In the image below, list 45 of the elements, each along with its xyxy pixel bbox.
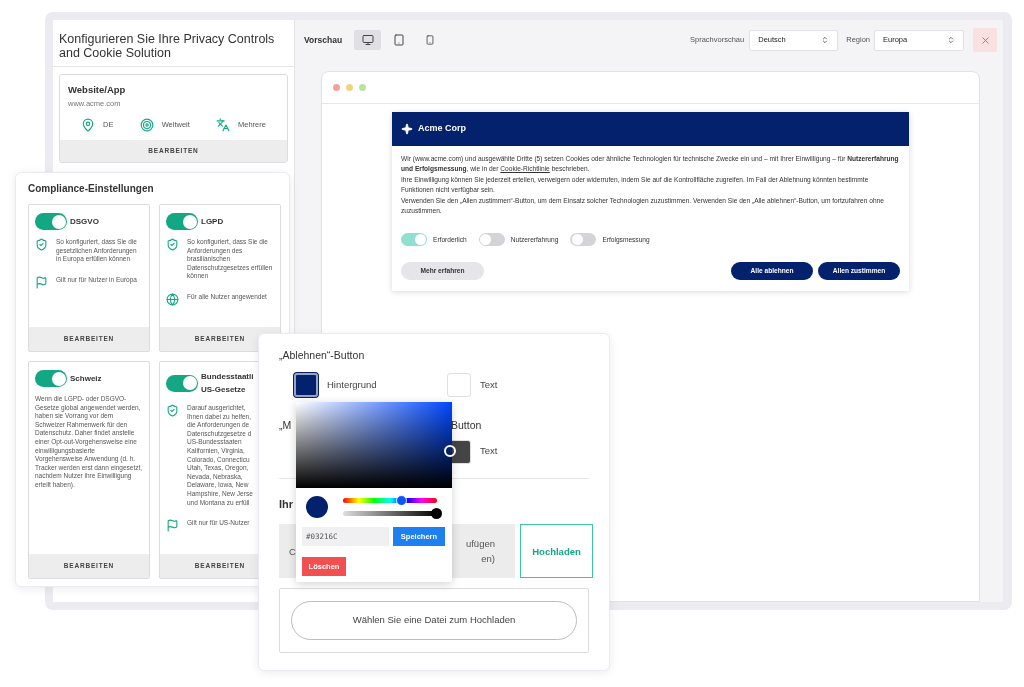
brand-name: Acme Corp bbox=[418, 122, 466, 136]
chevrons-icon bbox=[947, 36, 955, 44]
preview-label: Vorschau bbox=[304, 33, 343, 47]
desktop-icon bbox=[361, 34, 374, 46]
color-swatch[interactable] bbox=[294, 372, 318, 397]
card-title: DSGVO bbox=[70, 216, 99, 228]
card-title: LGPD bbox=[201, 216, 224, 228]
section-heading: Ihr bbox=[279, 496, 294, 512]
device-tab[interactable] bbox=[354, 30, 382, 50]
card-title: Website/App bbox=[68, 83, 127, 97]
section-heading: „Ablehnen“-Button bbox=[279, 348, 366, 363]
swatch-label: Text bbox=[480, 444, 498, 459]
shield-check-icon bbox=[166, 238, 179, 251]
close-icon bbox=[979, 34, 991, 46]
sparkle-icon bbox=[401, 123, 413, 135]
toggle-switch[interactable] bbox=[35, 370, 67, 387]
flag-icon bbox=[35, 275, 48, 289]
close-button[interactable] bbox=[973, 28, 997, 52]
toggle-switch[interactable] bbox=[35, 213, 67, 230]
shield-check-icon bbox=[35, 238, 48, 251]
tablet-icon bbox=[392, 34, 405, 46]
page-title: Konfigurieren Sie Ihre Privacy Controls and Cookie Solution bbox=[53, 20, 294, 67]
panel-title: Compliance-Einstellungen bbox=[28, 182, 155, 196]
section-heading: Button bbox=[451, 417, 483, 433]
languages-icon bbox=[215, 117, 230, 132]
toggle-switch[interactable] bbox=[166, 213, 198, 230]
shield-check-icon bbox=[166, 404, 179, 417]
map-pin-icon bbox=[81, 117, 96, 132]
target-icon bbox=[139, 117, 154, 132]
card-title: Bundesstaatli bbox=[201, 371, 254, 383]
swatch-label: Text bbox=[480, 377, 498, 392]
toggle-switch[interactable] bbox=[570, 233, 597, 247]
swatch-label: Hintergrund bbox=[327, 377, 377, 392]
globe-icon bbox=[166, 292, 179, 306]
section-heading: „M bbox=[279, 417, 293, 433]
slider-thumb[interactable] bbox=[431, 508, 442, 519]
card-title: US-Gesetze bbox=[201, 384, 247, 396]
toggle-switch[interactable] bbox=[478, 233, 505, 247]
chevrons-icon bbox=[821, 36, 830, 44]
slider-thumb[interactable] bbox=[395, 495, 407, 506]
phone-icon bbox=[424, 35, 435, 45]
color-cursor[interactable] bbox=[444, 445, 456, 457]
flag-icon bbox=[166, 519, 179, 533]
card-title: Schweiz bbox=[70, 373, 102, 385]
toggle-switch[interactable] bbox=[166, 374, 198, 392]
